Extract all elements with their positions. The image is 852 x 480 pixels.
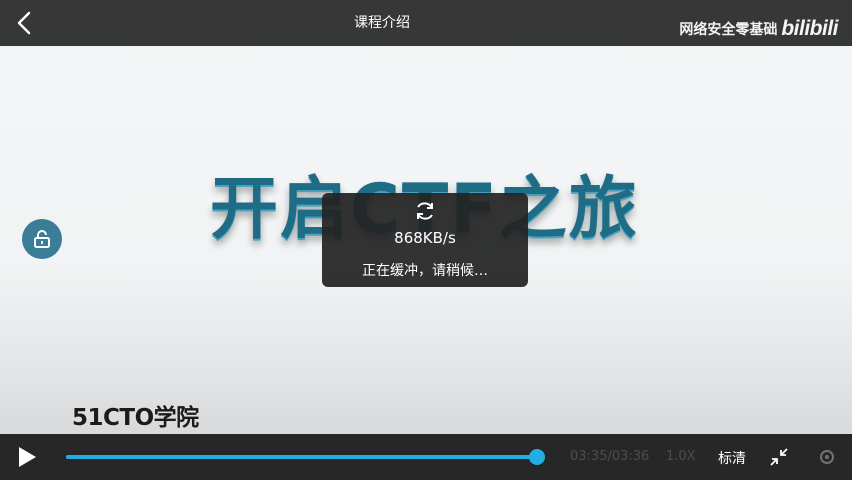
playback-speed-button[interactable]: 1.0X — [666, 449, 696, 464]
play-icon — [19, 447, 36, 467]
bilibili-logo: bilibili — [781, 17, 838, 40]
bilibili-watermark: 网络安全零基础 bilibili — [679, 13, 838, 45]
control-bar: 03:35/03:36 1.0X 标清 — [0, 434, 852, 480]
seek-bar[interactable] — [66, 449, 546, 465]
seek-progress — [66, 455, 538, 459]
time-display: 03:35/03:36 — [570, 449, 650, 464]
buffering-message: 正在缓冲，请稍候… — [362, 263, 488, 279]
screen-lock-button[interactable] — [22, 219, 62, 259]
quality-button[interactable]: 标清 — [718, 448, 746, 468]
footer-logo: 51CTO学院 — [72, 405, 199, 431]
refresh-icon — [417, 202, 433, 220]
collapse-arrows-icon — [770, 448, 788, 466]
video-player: 开启CTF之旅 51CTO学院 课程介绍 网络安全零基础 bilibili 86… — [0, 0, 852, 480]
play-button[interactable] — [14, 444, 40, 470]
page-title: 课程介绍 — [354, 15, 410, 31]
download-speed: 868KB/s — [394, 229, 456, 247]
seek-thumb[interactable] — [529, 449, 546, 465]
exit-fullscreen-button[interactable] — [770, 448, 788, 466]
settings-icon — [820, 450, 834, 464]
buffering-toast: 868KB/s 正在缓冲，请稍候… — [322, 193, 528, 287]
settings-button[interactable] — [818, 448, 836, 466]
top-bar: 课程介绍 网络安全零基础 bilibili — [0, 0, 852, 46]
uploader-name: 网络安全零基础 — [679, 22, 778, 38]
unlock-icon — [34, 230, 50, 248]
